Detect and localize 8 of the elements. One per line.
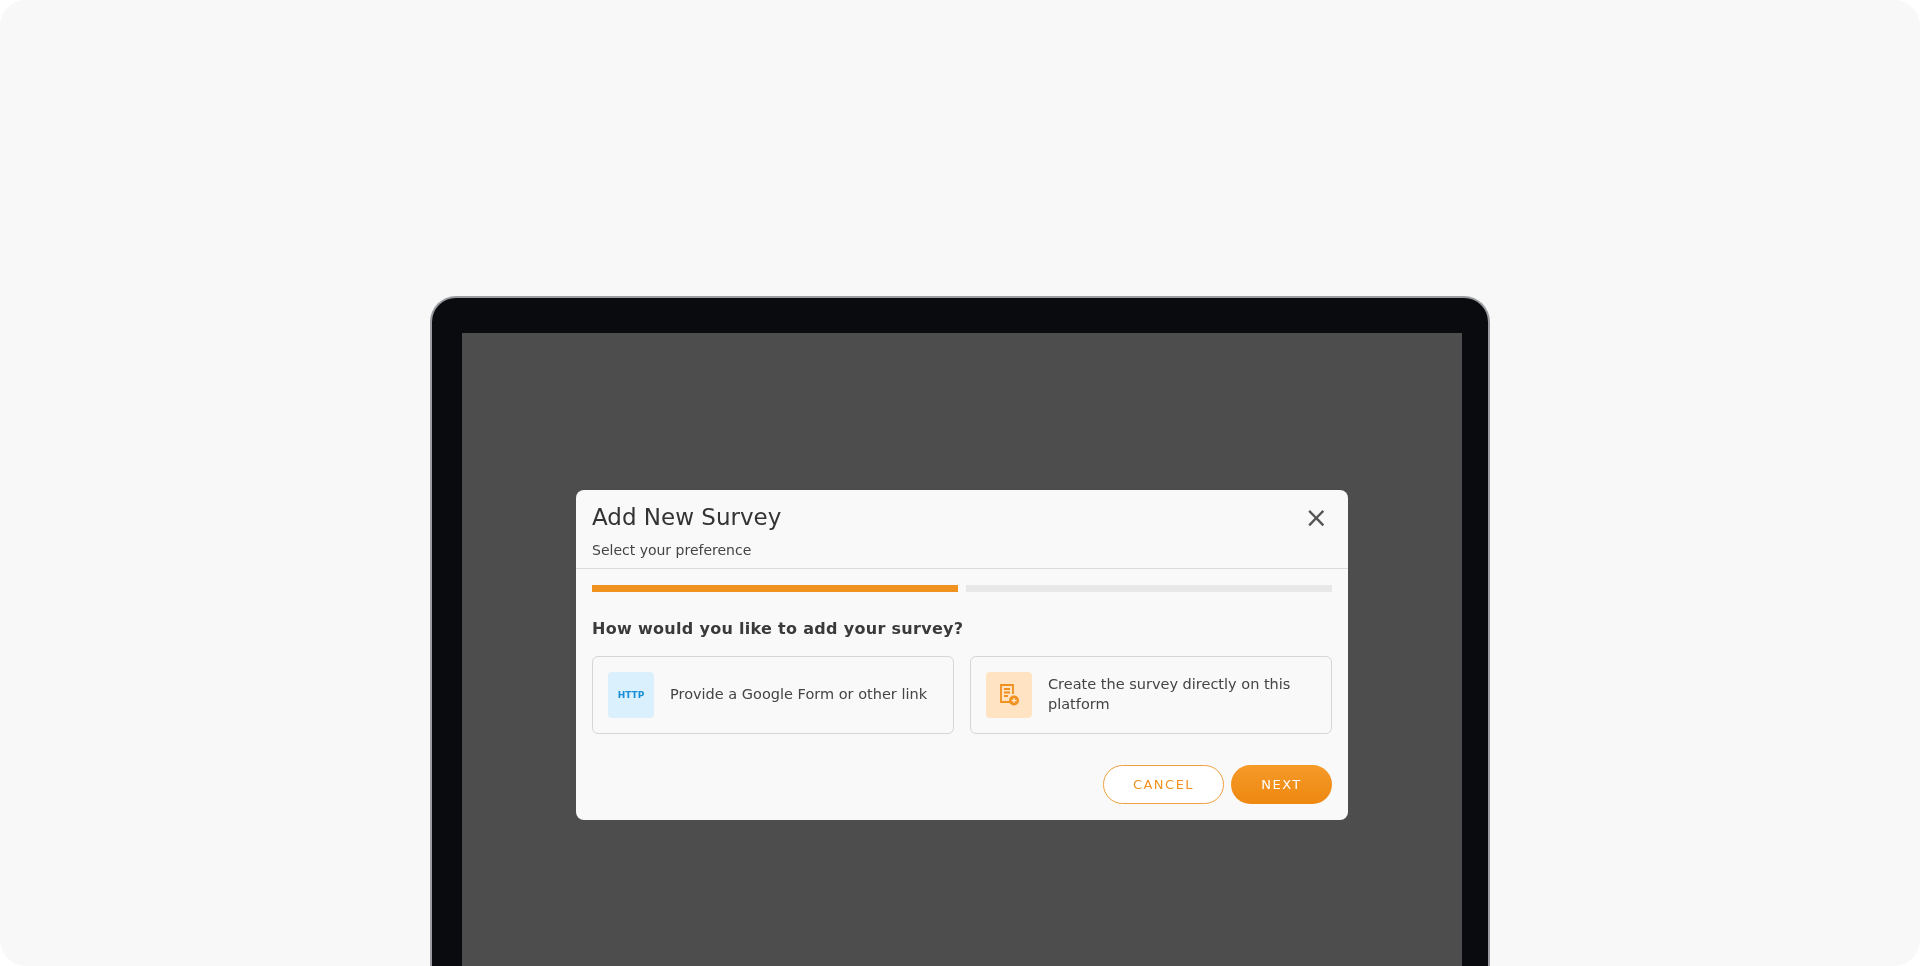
- dialog-title: Add New Survey: [592, 504, 782, 530]
- option-card[interactable]: Create the survey directly on this platform: [970, 656, 1332, 734]
- option-card[interactable]: HTTP Provide a Google Form or other link: [592, 656, 954, 734]
- dialog-subtitle: Select your preference: [592, 542, 753, 558]
- http-icon: HTTP: [608, 672, 654, 718]
- close-button[interactable]: ×: [1300, 504, 1332, 532]
- question-text: How would you like to add your survey?: [592, 619, 965, 638]
- document-plus-icon: [998, 683, 1020, 707]
